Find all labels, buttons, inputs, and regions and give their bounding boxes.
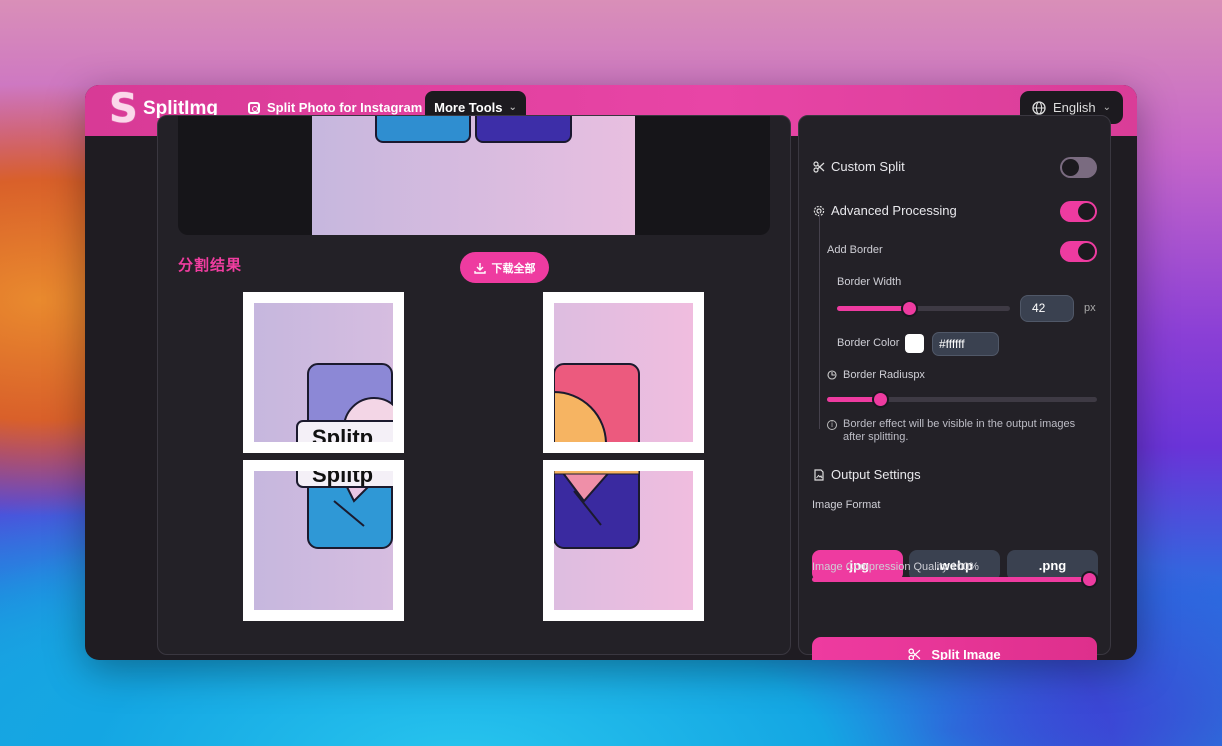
image-format-label: Image Format — [812, 499, 881, 511]
tile-text: Splitp — [312, 471, 374, 487]
source-image — [312, 116, 635, 235]
download-all-label: 下载全部 — [491, 262, 536, 275]
split-image-label: Split Image — [931, 646, 1001, 661]
add-border-label: Add Border — [827, 244, 883, 256]
border-width-slider[interactable] — [837, 300, 1010, 317]
globe-icon — [1032, 100, 1046, 115]
border-radius-row: Border Radiuspx — [827, 369, 925, 381]
source-image-preview — [178, 116, 770, 235]
border-width-label: Border Width — [837, 276, 902, 288]
advanced-processing-row: Advanced Processing — [813, 203, 957, 218]
preview-panel: 分割结果 下载全部 Splitp Splitp — [157, 115, 791, 655]
image-file-icon — [814, 468, 824, 481]
slider-thumb[interactable] — [1081, 571, 1098, 588]
tile-text: Splitp — [312, 425, 374, 442]
border-radius-slider[interactable] — [827, 391, 1097, 408]
toggle-knob — [1078, 203, 1095, 220]
nav-link-label: Split Photo for Instagram — [267, 100, 423, 115]
custom-split-toggle[interactable] — [1060, 157, 1097, 178]
border-color-input[interactable]: #ffffff — [932, 332, 999, 356]
app-window: S SplitImg Split Photo for Instagram Mor… — [85, 85, 1137, 660]
output-settings-label: Output Settings — [831, 467, 921, 482]
advanced-processing-label: Advanced Processing — [831, 203, 957, 218]
download-all-button[interactable]: 下载全部 — [460, 252, 549, 283]
settings-panel: Custom Split Advanced Processing Add Bor… — [798, 115, 1111, 660]
shape-blue — [375, 116, 471, 143]
info-icon: i — [827, 420, 837, 430]
tile-artwork — [296, 363, 393, 442]
border-color-swatch[interactable] — [905, 334, 924, 353]
scissors-icon — [813, 160, 825, 173]
border-note: i Border effect will be visible in the o… — [827, 418, 1099, 444]
border-width-input[interactable]: 42 — [1020, 295, 1074, 322]
shape-indigo — [475, 116, 572, 143]
slider-fill — [837, 306, 910, 311]
logo-icon: S — [109, 86, 138, 132]
advanced-processing-toggle[interactable] — [1060, 201, 1097, 222]
compression-label: Image Compression Quality 100% — [812, 561, 979, 573]
chevron-down-icon: ⌄ — [508, 102, 517, 113]
toggle-knob — [1062, 159, 1079, 176]
custom-split-row: Custom Split — [813, 159, 905, 174]
chevron-down-icon: ⌄ — [1102, 102, 1112, 113]
border-width-unit: px — [1084, 302, 1096, 314]
nav-link-split-instagram[interactable]: Split Photo for Instagram — [248, 100, 422, 115]
instagram-icon — [248, 101, 260, 114]
toggle-knob — [1078, 243, 1095, 260]
split-image-button[interactable]: Split Image — [812, 637, 1097, 660]
radius-icon — [827, 370, 837, 380]
tile-artwork — [554, 471, 640, 549]
slider-thumb[interactable] — [872, 391, 889, 408]
section-divider — [819, 211, 820, 429]
results-title: 分割结果 — [178, 257, 243, 274]
border-radius-label: Border Radiuspx — [843, 369, 925, 381]
split-tile-4[interactable] — [543, 460, 704, 621]
split-tile-3[interactable]: Splitp — [243, 460, 404, 621]
more-tools-label: More Tools — [434, 100, 503, 115]
add-border-toggle[interactable] — [1060, 241, 1097, 262]
compression-slider[interactable] — [812, 571, 1098, 588]
border-note-text: Border effect will be visible in the out… — [843, 418, 1076, 443]
download-icon — [473, 262, 486, 274]
tile-artwork — [554, 363, 640, 442]
output-settings-row: Output Settings — [813, 467, 921, 482]
slider-thumb[interactable] — [901, 300, 918, 317]
scissors-icon — [908, 647, 921, 660]
tile-artwork — [296, 471, 393, 549]
split-tile-2[interactable] — [543, 292, 704, 453]
language-label: English — [1052, 100, 1096, 115]
border-color-label: Border Color — [837, 337, 900, 349]
custom-split-label: Custom Split — [831, 159, 905, 174]
split-tile-1[interactable]: Splitp — [243, 292, 404, 453]
